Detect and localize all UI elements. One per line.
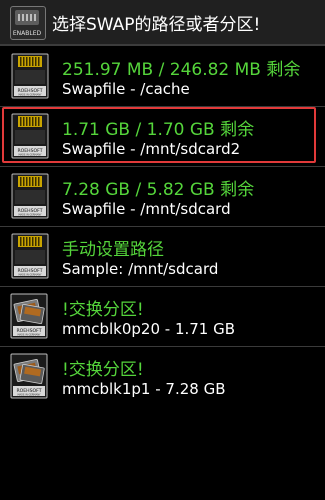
memory-card-icon: ROEHSOFT MADE IN GERMANY [11,113,49,159]
svg-text:MADE IN GERMANY: MADE IN GERMANY [18,274,42,277]
option-primary-text: 手动设置路径 [62,240,164,260]
dialog-title: 选择SWAP的路径或者分区! [52,15,261,35]
svg-text:MADE IN GERMANY: MADE IN GERMANY [18,154,42,157]
memory-card-icon: ROEHSOFT MADE IN GERMANY [11,233,49,279]
option-secondary-text: Sample: /mnt/sdcard [62,260,219,278]
svg-text:MADE IN GERMANY: MADE IN GERMANY [18,94,42,97]
option-primary-text: !交换分区! [62,360,144,380]
option-primary-text: 1.71 GB / 1.70 GB 剩余 [62,120,255,140]
swap-option-item[interactable]: ROEHSOFT MADE IN GERMANY !交换分区! mmcblk1p1… [0,347,325,407]
option-primary-text: 7.28 GB / 5.82 GB 剩余 [62,180,255,200]
option-secondary-text: Swapfile - /mnt/sdcard [62,200,231,218]
option-primary-text: !交换分区! [62,300,144,320]
title-divider [0,44,325,46]
option-secondary-text: Swapfile - /mnt/sdcard2 [62,140,241,158]
svg-text:MADE IN GERMANY: MADE IN GERMANY [17,394,41,397]
option-secondary-text: Swapfile - /cache [62,80,190,98]
option-primary-text: 251.97 MB / 246.82 MB 剩余 [62,60,301,80]
memory-card-icon: ROEHSOFT MADE IN GERMANY [11,53,49,99]
ram-chip-icon: ENABLED [10,6,46,40]
dialog-title-bar: ENABLED 选择SWAP的路径或者分区! [0,0,325,44]
svg-text:MADE IN GERMANY: MADE IN GERMANY [17,334,41,337]
swap-option-item[interactable]: ROEHSOFT MADE IN GERMANY 251.97 MB / 246… [0,47,325,107]
memory-card-icon: ROEHSOFT MADE IN GERMANY [11,173,49,219]
swap-option-item[interactable]: ROEHSOFT MADE IN GERMANY !交换分区! mmcblk0p2… [0,287,325,347]
svg-text:MADE IN GERMANY: MADE IN GERMANY [18,214,42,217]
swap-option-item[interactable]: ROEHSOFT MADE IN GERMANY 7.28 GB / 5.82 … [0,167,325,227]
icon-enabled-label: ENABLED [12,30,42,37]
option-secondary-text: mmcblk1p1 - 7.28 GB [62,380,226,398]
swap-location-dialog: ENABLED 选择SWAP的路径或者分区! ROEHSOFT MADE IN … [0,0,325,500]
swap-option-item[interactable]: ROEHSOFT MADE IN GERMANY 1.71 GB / 1.70 … [0,107,325,167]
sd-card-icon: ROEHSOFT MADE IN GERMANY [10,293,48,339]
swap-option-item[interactable]: ROEHSOFT MADE IN GERMANY 手动设置路径 Sample: /… [0,227,325,287]
option-secondary-text: mmcblk0p20 - 1.71 GB [62,320,236,338]
sd-card-icon: ROEHSOFT MADE IN GERMANY [10,353,48,399]
